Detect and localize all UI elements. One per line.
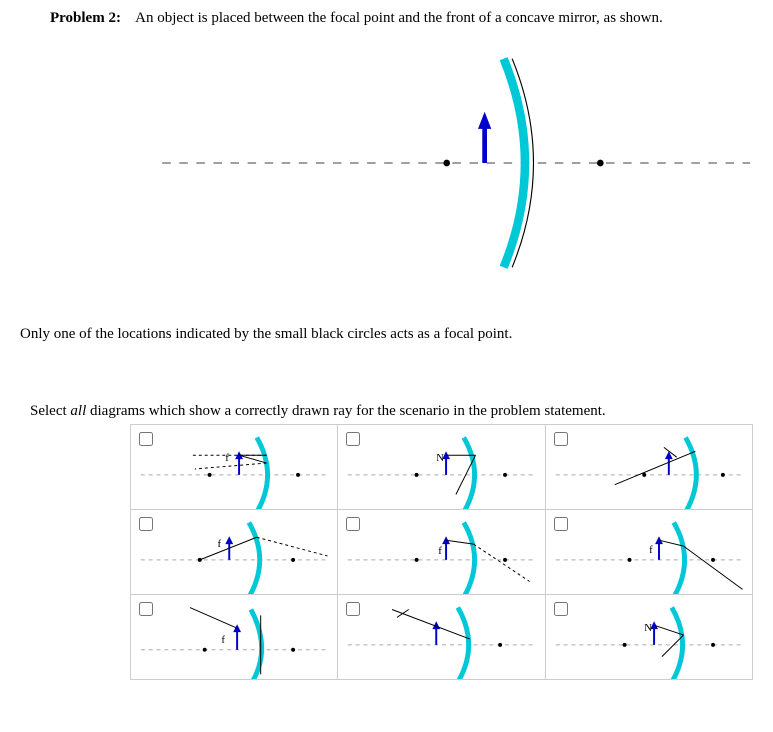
option-diagram-1: f — [131, 425, 337, 509]
selection-instruction: Select all diagrams which show a correct… — [30, 403, 753, 420]
option-checkbox-5[interactable] — [346, 517, 360, 531]
svg-text:f: f — [225, 452, 229, 464]
svg-text:f: f — [221, 634, 225, 646]
focal-note: Only one of the locations indicated by t… — [20, 326, 753, 343]
option-cell-9: N — [545, 595, 752, 680]
main-diagram — [20, 33, 753, 293]
option-cell-5: f — [338, 510, 545, 595]
option-cell-1: f — [131, 425, 338, 510]
option-diagram-3 — [546, 425, 752, 509]
option-cell-2: N — [338, 425, 545, 510]
object-arrow — [478, 112, 491, 163]
option-checkbox-7[interactable] — [139, 602, 153, 616]
option-diagram-5: f — [338, 510, 544, 594]
option-cell-6: f — [545, 510, 752, 595]
instruction-suffix: diagrams which show a correctly drawn ra… — [86, 403, 605, 419]
svg-text:f: f — [649, 544, 653, 556]
svg-text:f: f — [217, 538, 221, 550]
option-checkbox-1[interactable] — [139, 432, 153, 446]
option-checkbox-4[interactable] — [139, 517, 153, 531]
option-cell-4: f — [131, 510, 338, 595]
option-checkbox-6[interactable] — [554, 517, 568, 531]
option-diagram-8 — [338, 595, 544, 679]
option-cell-7: f — [131, 595, 338, 680]
option-diagram-4: f — [131, 510, 337, 594]
svg-text:N: N — [644, 622, 652, 634]
option-cell-3 — [545, 425, 752, 510]
option-diagram-7: f — [131, 595, 337, 679]
option-checkbox-8[interactable] — [346, 602, 360, 616]
svg-text:N: N — [437, 452, 445, 464]
problem-statement: An object is placed between the focal po… — [135, 10, 663, 26]
option-checkbox-3[interactable] — [554, 432, 568, 446]
option-checkbox-2[interactable] — [346, 432, 360, 446]
svg-text:f: f — [439, 545, 443, 557]
instruction-prefix: Select — [30, 403, 70, 419]
option-cell-8 — [338, 595, 545, 680]
problem-label: Problem 2: — [50, 10, 121, 26]
left-focal-dot — [443, 160, 450, 167]
right-focal-dot — [597, 160, 604, 167]
instruction-em: all — [70, 403, 86, 419]
problem-header: Problem 2: An object is placed between t… — [50, 10, 753, 27]
option-checkbox-9[interactable] — [554, 602, 568, 616]
option-diagram-2: N — [338, 425, 544, 509]
option-diagram-6: f — [546, 510, 752, 594]
options-grid: f N — [130, 424, 753, 680]
option-diagram-9: N — [546, 595, 752, 679]
